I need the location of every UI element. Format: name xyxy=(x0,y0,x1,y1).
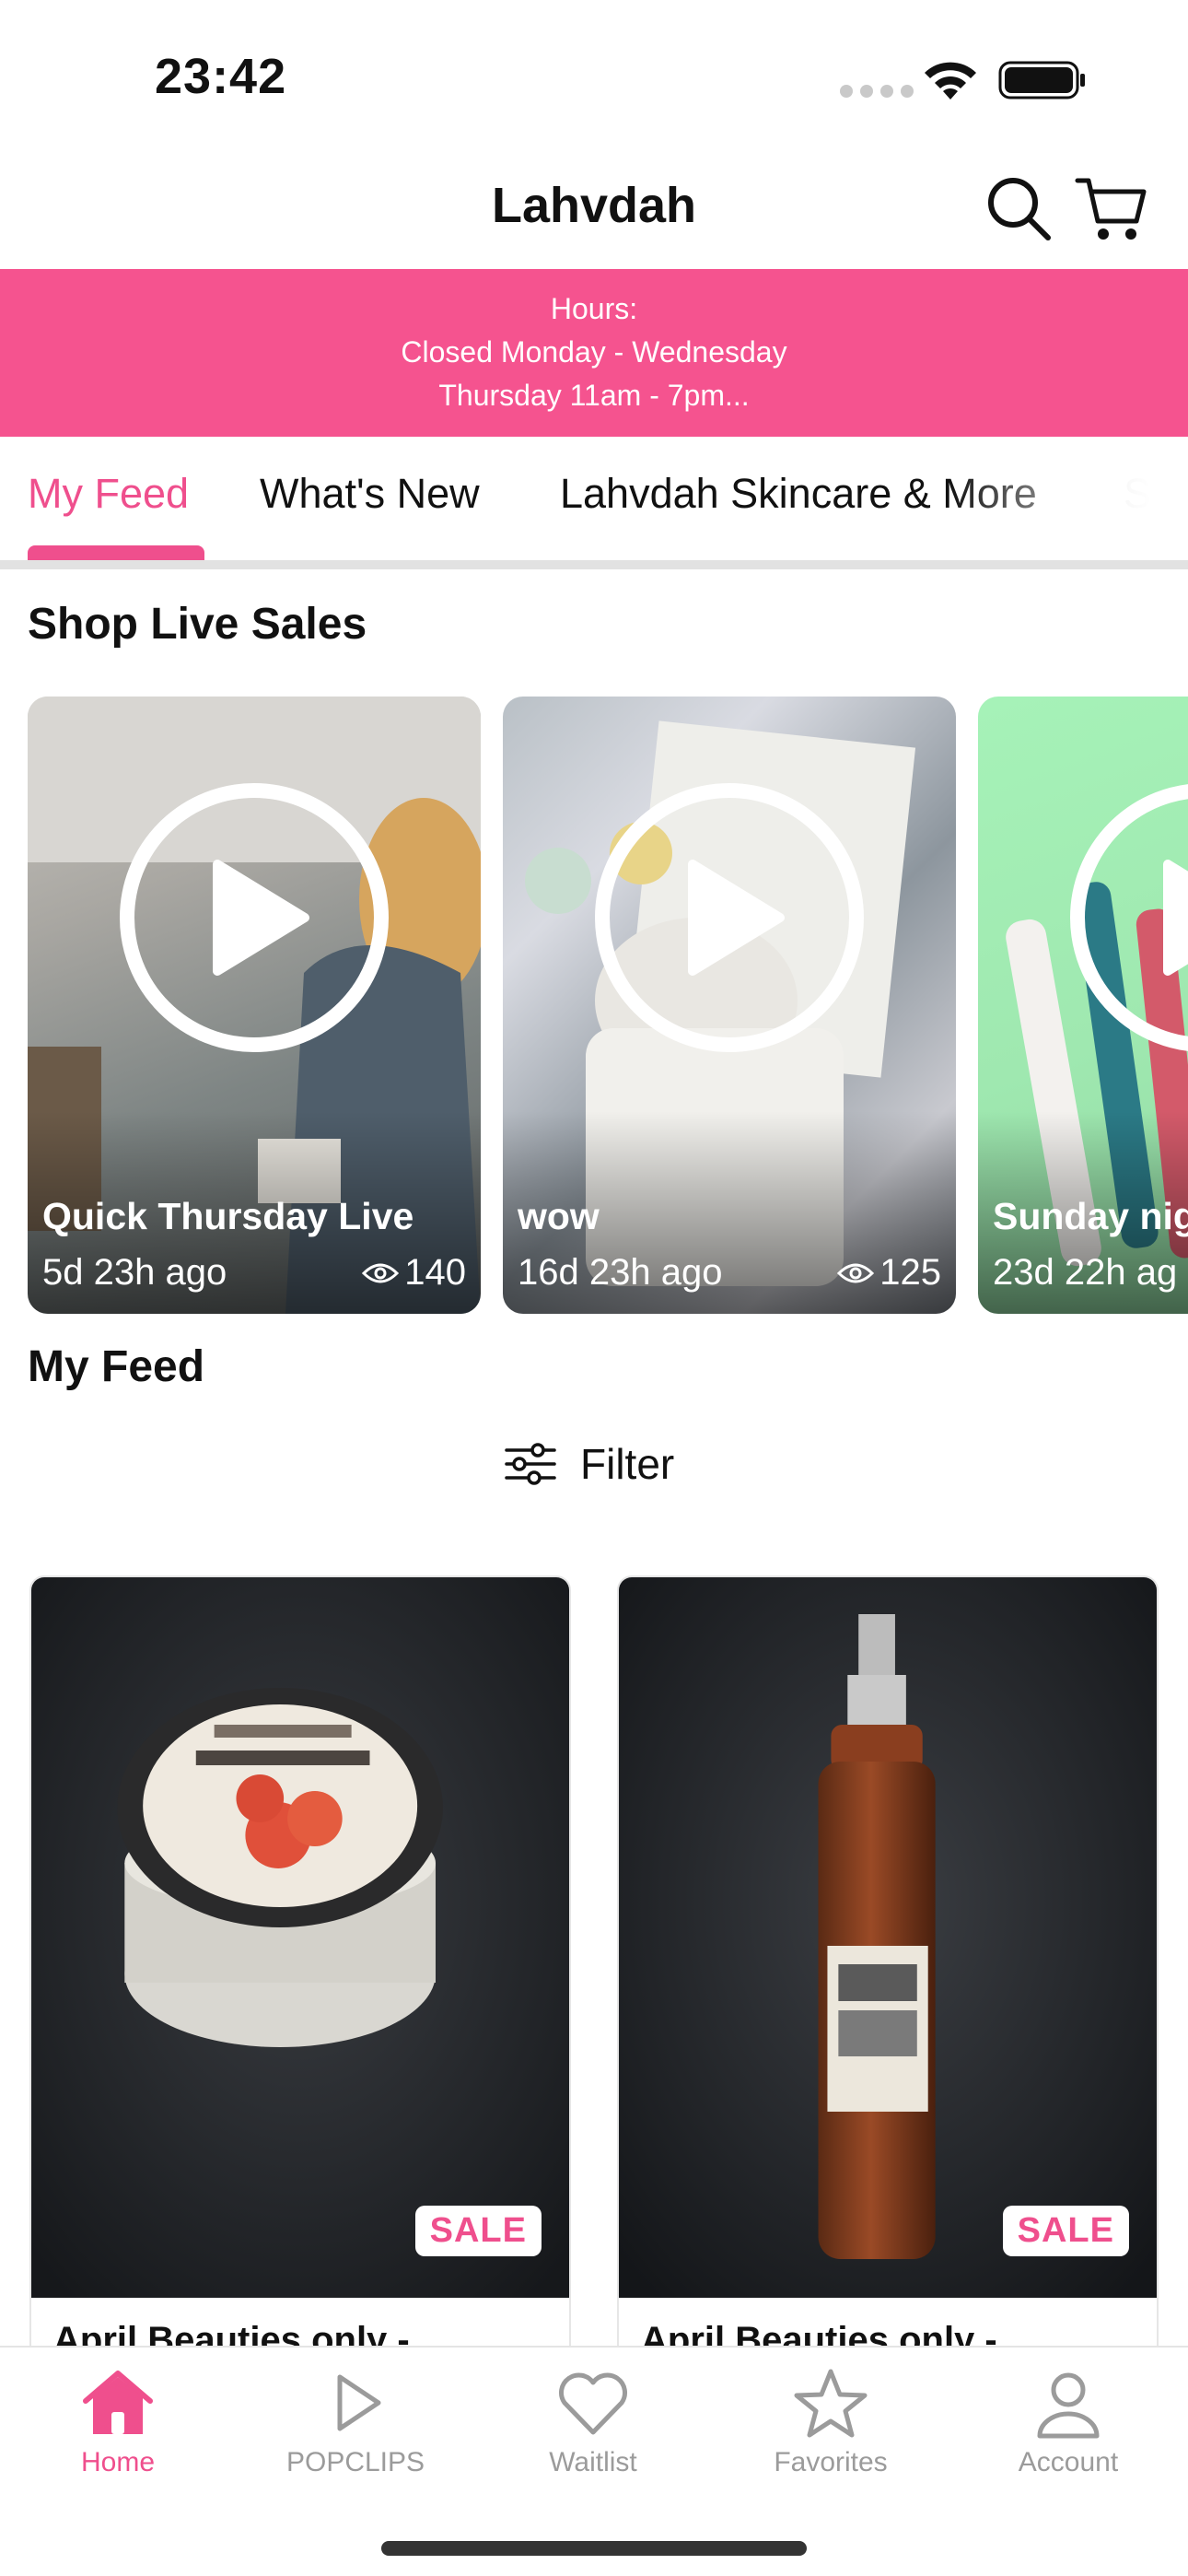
live-time-ago: 5d 23h ago xyxy=(42,1252,227,1293)
app-header: Lahvdah xyxy=(0,157,1188,269)
wifi-icon xyxy=(925,62,976,100)
my-feed-heading: My Feed xyxy=(28,1342,205,1391)
live-time-ago: 23d 22h ag xyxy=(993,1252,1178,1293)
battery-icon xyxy=(998,61,1085,100)
heart-icon xyxy=(559,2372,627,2435)
nav-account[interactable]: Account xyxy=(967,2364,1170,2478)
sale-badge: SALE xyxy=(414,2206,542,2256)
play-icon[interactable] xyxy=(1066,779,1188,1056)
play-icon[interactable] xyxy=(591,779,868,1056)
product-card[interactable]: SALE April Beauties only - xyxy=(617,1575,1159,2349)
filter-button[interactable]: Filter xyxy=(505,1439,674,1489)
category-tabs: My Feed What's New Lahvdah Skincare & Mo… xyxy=(0,437,1188,562)
filter-sliders-icon xyxy=(505,1443,556,1485)
live-card[interactable]: wow 16d 23h ago 125 xyxy=(503,697,956,1314)
live-card[interactable]: Sunday nig 23d 22h ag xyxy=(978,697,1188,1314)
live-title: Quick Thursday Live xyxy=(42,1195,414,1237)
live-title: Sunday nig xyxy=(993,1195,1188,1237)
live-card[interactable]: Quick Thursday Live 5d 23h ago 140 xyxy=(28,697,481,1314)
tabs-divider xyxy=(0,560,1188,569)
nav-waitlist-label: Waitlist xyxy=(549,2447,637,2477)
tab-partial[interactable]: Sp xyxy=(1124,470,1174,518)
nav-favorites-label: Favorites xyxy=(774,2447,888,2477)
sale-badge: SALE xyxy=(1002,2206,1129,2256)
status-bar: 23:42 xyxy=(0,0,1188,157)
hours-open-days: Thursday 11am - 7pm... xyxy=(438,379,750,412)
live-view-count: 140 xyxy=(362,1252,466,1294)
live-sales-carousel[interactable]: Quick Thursday Live 5d 23h ago 140 wow 1… xyxy=(0,697,1188,1316)
nav-waitlist[interactable]: Waitlist xyxy=(492,2364,694,2478)
eye-icon xyxy=(837,1263,875,1282)
tab-lahvdah-skincare[interactable]: Lahvdah Skincare & More xyxy=(560,470,1037,518)
live-time-ago: 16d 23h ago xyxy=(518,1252,723,1293)
cellular-signal-icon xyxy=(840,85,914,98)
active-tab-indicator xyxy=(28,545,204,560)
hours-banner[interactable]: Hours: Closed Monday - Wednesday Thursda… xyxy=(0,269,1188,437)
nav-popclips[interactable]: POPCLIPS xyxy=(254,2364,457,2478)
nav-popclips-label: POPCLIPS xyxy=(285,2447,425,2477)
eye-icon xyxy=(362,1263,400,1282)
product-image xyxy=(31,1577,569,2298)
status-time: 23:42 xyxy=(155,49,287,104)
live-sales-heading: Shop Live Sales xyxy=(28,600,367,649)
hours-closed-days: Closed Monday - Wednesday xyxy=(401,335,787,369)
home-icon xyxy=(83,2371,153,2434)
hours-label: Hours: xyxy=(550,292,638,325)
home-indicator xyxy=(381,2541,807,2556)
live-title: wow xyxy=(518,1195,600,1237)
live-views-value: 140 xyxy=(404,1252,466,1293)
product-card[interactable]: SALE April Beauties only - xyxy=(29,1575,571,2349)
nav-account-label: Account xyxy=(1018,2447,1119,2477)
nav-home-label: Home xyxy=(80,2447,156,2477)
nav-favorites[interactable]: Favorites xyxy=(729,2364,932,2478)
filter-label: Filter xyxy=(580,1440,675,1488)
person-icon xyxy=(1037,2372,1100,2439)
nav-home[interactable]: Home xyxy=(17,2364,219,2478)
play-icon[interactable] xyxy=(116,779,392,1056)
product-image xyxy=(619,1577,1157,2298)
cart-icon[interactable] xyxy=(1074,171,1147,245)
tab-my-feed[interactable]: My Feed xyxy=(28,470,189,518)
live-view-count: 125 xyxy=(837,1252,941,1294)
search-icon[interactable] xyxy=(982,171,1055,245)
play-outline-icon xyxy=(337,2374,381,2431)
star-icon xyxy=(794,2369,868,2438)
live-views-value: 125 xyxy=(879,1252,941,1293)
tab-whats-new[interactable]: What's New xyxy=(260,470,480,518)
